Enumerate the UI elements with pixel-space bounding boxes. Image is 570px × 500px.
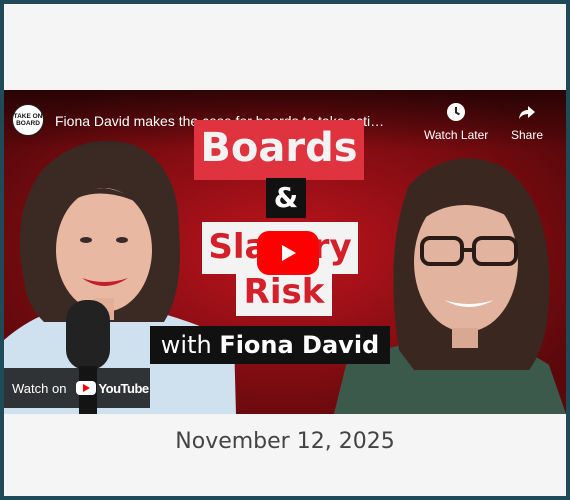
watch-on-label: Watch on xyxy=(12,380,67,396)
watch-on-youtube-button[interactable]: Watch on YouTube xyxy=(4,368,150,408)
thumbnail-with-text: with xyxy=(160,331,220,359)
thumbnail-risk-text: Risk xyxy=(236,270,332,316)
post-card: TAKE ON BOARD Fiona David makes the case… xyxy=(4,4,566,496)
thumbnail-boards-text: Boards xyxy=(194,120,364,180)
thumbnail-name-text: Fiona David xyxy=(219,331,380,359)
clock-icon xyxy=(447,103,466,121)
watch-later-label: Watch Later xyxy=(424,128,489,142)
youtube-wordmark: YouTube xyxy=(98,380,149,396)
youtube-player[interactable]: TAKE ON BOARD Fiona David makes the case… xyxy=(4,90,566,414)
youtube-play-icon xyxy=(76,381,97,395)
share-arrow-icon xyxy=(519,106,536,119)
share-label: Share xyxy=(511,128,544,142)
play-icon xyxy=(282,245,296,261)
thumbnail-ampersand-text: & xyxy=(266,178,306,218)
channel-avatar[interactable]: TAKE ON BOARD xyxy=(12,104,44,136)
thumbnail-with-name-bar: with Fiona David xyxy=(150,326,390,364)
share-button[interactable]: Share xyxy=(511,102,543,142)
play-button[interactable] xyxy=(257,231,319,275)
youtube-logo: YouTube xyxy=(76,380,149,396)
watch-later-button[interactable]: Watch Later xyxy=(424,102,488,142)
post-date: November 12, 2025 xyxy=(175,429,395,454)
